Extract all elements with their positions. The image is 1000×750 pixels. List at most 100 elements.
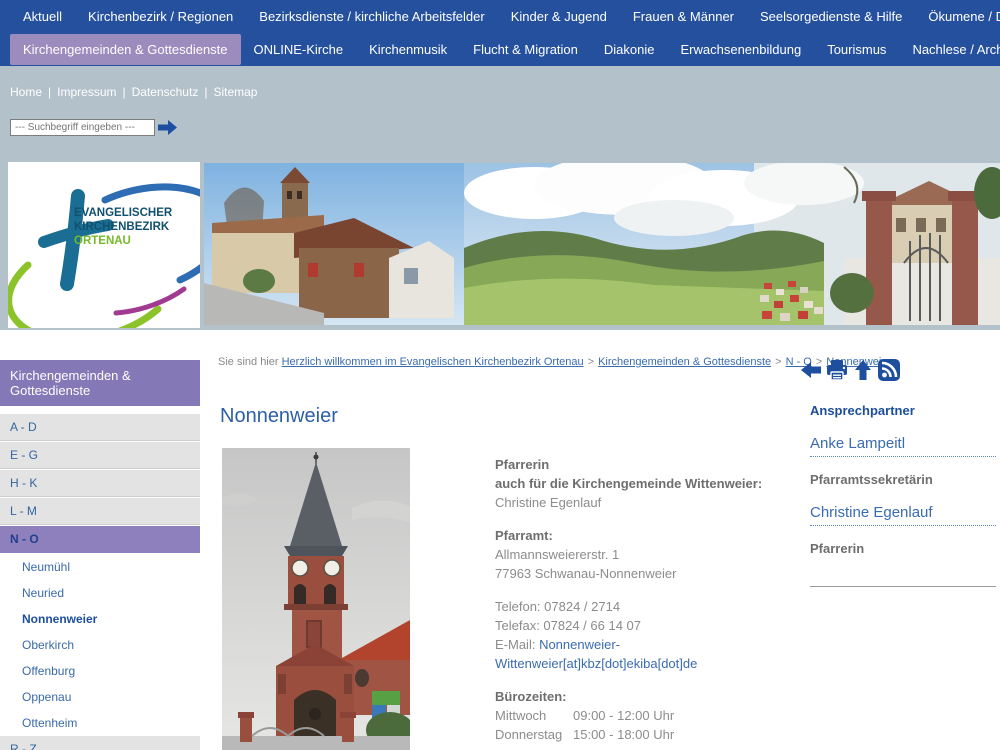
contact-aside: Ansprechpartner Anke Lampeitl Pfarramtsse… — [810, 403, 996, 587]
search-box — [10, 119, 178, 136]
nav-row-primary: AktuellKirchenbezirk / RegionenBezirksdi… — [0, 0, 1000, 33]
aside-divider — [810, 586, 996, 587]
svg-text:EVANGELISCHER: EVANGELISCHER — [74, 207, 173, 219]
nav-item-online-kirche[interactable]: ONLINE-Kirche — [241, 34, 357, 65]
nonnenweier-church-image — [222, 448, 410, 750]
nav-item-ökumene-deutsch-französisch[interactable]: Ökumene / Deutsch-Französisch — [915, 1, 1000, 32]
nav-item-nachlese-archiv[interactable]: Nachlese / Archiv — [899, 34, 1000, 65]
church-district-logo-icon: EVANGELISCHER KIRCHENBEZIRK ORTENAU — [8, 162, 200, 328]
contact-info-text: Pfarrerin auch für die Kirchengemeinde Wi… — [495, 455, 795, 750]
sidebar-item-r-z[interactable]: R - Z — [0, 736, 200, 750]
info-line: Pfarrerin — [495, 455, 795, 474]
nav-item-kirchengemeinden-gottesdienste[interactable]: Kirchengemeinden & Gottesdienste — [10, 34, 241, 65]
info-line: Telefax: 07824 / 66 14 07 — [495, 616, 795, 635]
page-action-icons — [800, 358, 901, 387]
contact-person: Anke Lampeitl Pfarramtssekretärin — [810, 435, 996, 487]
site-logo[interactable]: EVANGELISCHER KIRCHENBEZIRK ORTENAU — [8, 162, 200, 328]
info-text-segment: 77963 Schwanau-Nonnenweier — [495, 566, 676, 581]
sidebar-subitem-nonnenweier[interactable]: Nonnenweier — [0, 606, 200, 632]
meta-link-sitemap[interactable]: Sitemap — [213, 85, 257, 99]
meta-link-datenschutz[interactable]: Datenschutz — [132, 85, 199, 99]
sidebar-item-h-k[interactable]: H - K — [0, 470, 200, 497]
meta-separator: | — [204, 85, 207, 99]
info-line: Mittwoch09:00 - 12:00 Uhr — [495, 706, 795, 725]
print-icon — [825, 359, 849, 381]
scroll-top-button[interactable] — [852, 359, 874, 386]
svg-text:KIRCHENBEZIRK: KIRCHENBEZIRK — [74, 221, 170, 233]
info-block: Pfarrerin auch für die Kirchengemeinde Wi… — [495, 455, 795, 512]
info-line: auch für die Kirchengemeinde Wittenweier… — [495, 474, 795, 493]
sidebar-subitem-neumühl[interactable]: Neumühl — [0, 554, 200, 580]
info-text-segment: Pfarramt: — [495, 528, 553, 543]
sidebar-header: Kirchengemeinden & Gottesdienste — [0, 360, 200, 406]
sidebar-subitem-oberkirch[interactable]: Oberkirch — [0, 632, 200, 658]
info-text-segment: Allmannsweiererstr. 1 — [495, 547, 619, 562]
meta-link-impressum[interactable]: Impressum — [57, 85, 116, 99]
nav-item-erwachsenenbildung[interactable]: Erwachsenenbildung — [667, 34, 814, 65]
breadcrumb-link[interactable]: Herzlich willkommen im Evangelischen Kir… — [282, 356, 584, 368]
nav-item-bezirksdienste-kirchliche-arbeitsfelder[interactable]: Bezirksdienste / kirchliche Arbeitsfelde… — [246, 1, 497, 32]
main-navigation: AktuellKirchenbezirk / RegionenBezirksdi… — [0, 0, 1000, 66]
church-photo — [222, 448, 410, 750]
nav-row-secondary: Kirchengemeinden & GottesdiensteONLINE-K… — [0, 33, 1000, 66]
sidebar-navigation: Kirchengemeinden & Gottesdienste A - DE … — [0, 360, 200, 750]
sidebar-subitem-oppenau[interactable]: Oppenau — [0, 684, 200, 710]
info-text-segment: Bürozeiten: — [495, 689, 567, 704]
nav-item-seelsorgedienste-hilfe[interactable]: Seelsorgedienste & Hilfe — [747, 1, 915, 32]
search-submit-button[interactable] — [158, 119, 178, 136]
sidebar-item-l-m[interactable]: L - M — [0, 498, 200, 525]
sidebar-subitem-offenburg[interactable]: Offenburg — [0, 658, 200, 684]
info-line: Pfarramt: — [495, 526, 795, 545]
nav-item-kirchenbezirk-regionen[interactable]: Kirchenbezirk / Regionen — [75, 1, 246, 32]
nav-item-kirchenmusik[interactable]: Kirchenmusik — [356, 34, 460, 65]
aside-heading: Ansprechpartner — [810, 403, 996, 418]
info-line: Donnerstag15:00 - 18:00 Uhr — [495, 725, 795, 744]
rss-icon — [877, 358, 901, 382]
nav-item-flucht-migration[interactable]: Flucht & Migration — [460, 34, 591, 65]
meta-link-home[interactable]: Home — [10, 85, 42, 99]
info-line: Christine Egenlauf — [495, 493, 795, 512]
office-hours-time: 15:00 - 18:00 Uhr — [573, 727, 674, 742]
meta-links: Home|Impressum|Datenschutz|Sitemap — [10, 85, 257, 99]
info-line: Allmannsweiererstr. 1 — [495, 545, 795, 564]
contact-person-role: Pfarramtssekretärin — [810, 472, 996, 487]
info-text-segment: Telefax: 07824 / 66 14 07 — [495, 618, 641, 633]
office-hours-day: Mittwoch — [495, 706, 573, 725]
info-line: 77963 Schwanau-Nonnenweier — [495, 564, 795, 583]
breadcrumb-prefix: Sie sind hier — [218, 356, 279, 368]
search-input[interactable] — [10, 119, 155, 136]
scroll-top-icon — [852, 359, 874, 381]
nav-item-tourismus[interactable]: Tourismus — [814, 34, 899, 65]
nav-item-frauen-männer[interactable]: Frauen & Männer — [620, 1, 747, 32]
svg-text:ORTENAU: ORTENAU — [74, 235, 131, 247]
header-photo — [204, 163, 1000, 325]
office-hours-time: 09:00 - 12:00 Uhr — [573, 708, 674, 723]
info-text-segment: Christine Egenlauf — [495, 495, 601, 510]
info-text-segment: E-Mail: — [495, 637, 539, 652]
contact-person-link[interactable]: Christine Egenlauf — [810, 504, 996, 526]
info-block: Bürozeiten:Mittwoch09:00 - 12:00 UhrDonn… — [495, 687, 795, 744]
nav-item-aktuell[interactable]: Aktuell — [10, 1, 75, 32]
nav-item-kinder-jugend[interactable]: Kinder & Jugend — [498, 1, 620, 32]
meta-separator: | — [48, 85, 51, 99]
sidebar-subitem-neuried[interactable]: Neuried — [0, 580, 200, 606]
print-button[interactable] — [825, 359, 849, 386]
info-block: Pfarramt: Allmannsweiererstr. 1 77963 Schw… — [495, 526, 795, 583]
breadcrumb-link[interactable]: Kirchengemeinden & Gottesdienste — [598, 356, 771, 368]
page-title: Nonnenweier — [220, 405, 338, 428]
info-text-segment: Telefon: 07824 / 2714 — [495, 599, 620, 614]
landscape-collage-image — [204, 163, 1000, 325]
nav-item-diakonie[interactable]: Diakonie — [591, 34, 668, 65]
sidebar-item-n-o[interactable]: N - O — [0, 526, 200, 553]
office-hours-day: Donnerstag — [495, 725, 573, 744]
contact-person-link[interactable]: Anke Lampeitl — [810, 435, 996, 457]
rss-button[interactable] — [877, 358, 901, 387]
back-icon — [800, 359, 822, 381]
contact-person-role: Pfarrerin — [810, 541, 996, 556]
back-button[interactable] — [800, 359, 822, 386]
meta-bar: Home|Impressum|Datenschutz|Sitemap — [0, 66, 1000, 160]
sidebar-item-e-g[interactable]: E - G — [0, 442, 200, 469]
sidebar-subitem-ottenheim[interactable]: Ottenheim — [0, 710, 200, 736]
sidebar-item-a-d[interactable]: A - D — [0, 414, 200, 441]
info-text-segment: Pfarrerin — [495, 457, 549, 472]
